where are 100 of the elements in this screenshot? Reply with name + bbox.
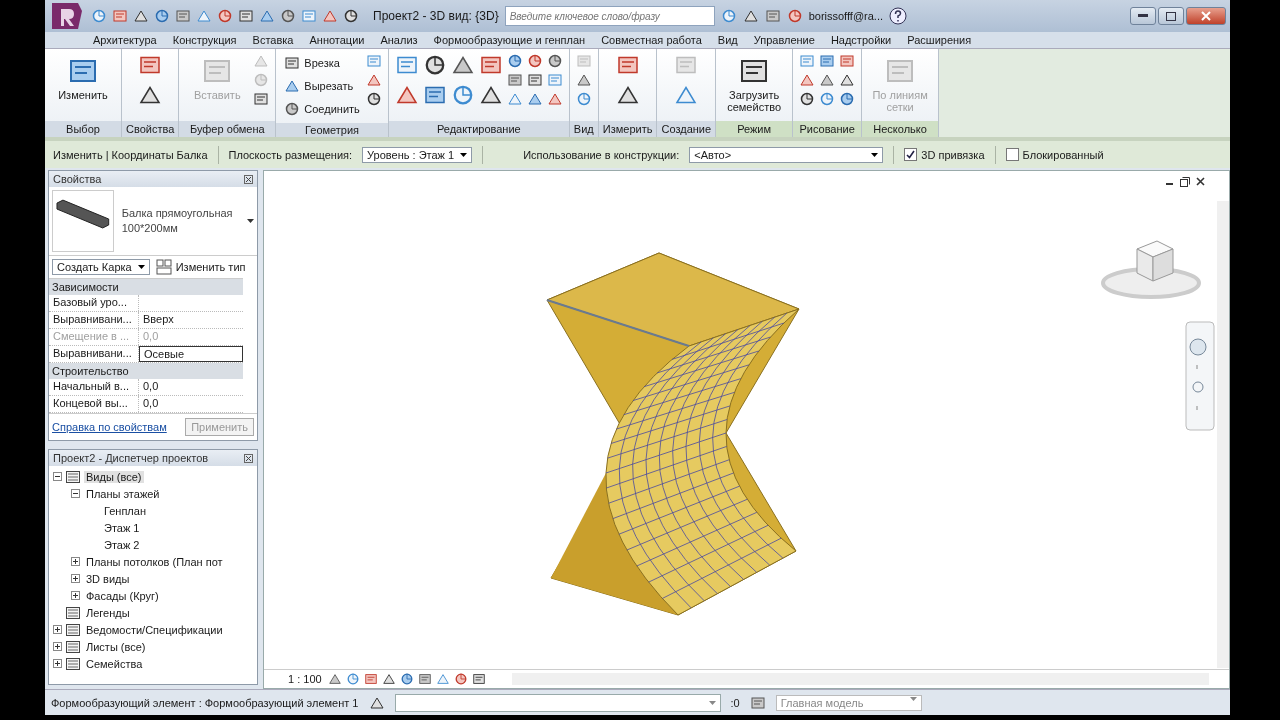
expand-icon[interactable] xyxy=(71,591,80,600)
collapse-icon[interactable] xyxy=(71,489,80,498)
help-icon[interactable] xyxy=(889,7,907,25)
app-logo[interactable] xyxy=(49,0,85,32)
tool-icon[interactable] xyxy=(526,53,543,69)
tool-icon[interactable] xyxy=(839,72,856,88)
placement-label: Плоскость размещения: xyxy=(228,148,353,161)
filter-dropdown[interactable]: Создать Карка xyxy=(52,259,150,275)
search-field[interactable]: Введите ключевое слово/фразу xyxy=(504,6,715,26)
panel-title: Проект2 - Диспетчер проектов xyxy=(53,452,209,464)
checkbox-label: 3D привязка xyxy=(921,148,985,161)
panel-label[interactable]: Рисование xyxy=(793,121,862,137)
maximize-button[interactable] xyxy=(1158,7,1184,25)
ribbon-tab[interactable]: Аннотации xyxy=(301,34,373,46)
expand-icon[interactable] xyxy=(71,557,80,566)
vertical-scrollbar[interactable] xyxy=(1217,201,1229,668)
property-value[interactable]: 0,0 xyxy=(139,379,243,395)
tool-icon[interactable] xyxy=(284,101,301,117)
ribbon-tab[interactable]: Анализ xyxy=(372,34,426,46)
close-icon[interactable] xyxy=(244,453,253,463)
ribbon-tab[interactable]: Конструкция xyxy=(164,34,245,46)
ribbon-tab[interactable]: Вставка xyxy=(244,34,302,46)
checkbox[interactable] xyxy=(904,148,918,161)
usage-label: Использование в конструкции: xyxy=(523,148,680,161)
checkbox[interactable] xyxy=(1005,148,1019,161)
window-title: Проект2 - 3D вид: {3D} xyxy=(373,9,499,23)
tree-item[interactable]: Генплан xyxy=(102,504,148,517)
ribbon-tab[interactable]: Совместная работа xyxy=(593,34,710,46)
ribbon-button[interactable]: Вырезать xyxy=(282,76,362,96)
value-field[interactable]: Осевые xyxy=(139,346,243,362)
panel-label[interactable]: Редактирование xyxy=(388,121,569,137)
usage-dropdown[interactable]: <Авто> xyxy=(689,146,884,163)
tree-item[interactable]: Планы этажей xyxy=(84,487,162,500)
close-icon[interactable] xyxy=(1196,177,1205,186)
tree-item[interactable]: Этаж 2 xyxy=(102,538,142,551)
panel-label[interactable]: Выбор xyxy=(45,121,121,137)
checkbox-label: Блокированный xyxy=(1022,148,1104,161)
tree-item[interactable]: Фасады (Круг) xyxy=(84,589,161,602)
expand-icon[interactable] xyxy=(71,574,80,583)
tool-icon[interactable] xyxy=(133,8,149,24)
tree-item[interactable]: Листы (все) xyxy=(84,640,148,653)
property-value[interactable]: Вверх xyxy=(139,312,243,328)
caret-icon[interactable] xyxy=(871,152,879,157)
model-drawing[interactable] xyxy=(546,252,800,616)
tree-item[interactable]: Семейства xyxy=(84,657,145,670)
caret-icon[interactable] xyxy=(460,152,468,157)
tree-item[interactable]: Легенды xyxy=(84,606,132,619)
ribbon-tab[interactable]: Формообразующие и генплан xyxy=(425,34,594,46)
status-text: Формообразующий элемент : Формообразующий элемент 1 xyxy=(51,696,359,709)
tool-icon[interactable] xyxy=(506,53,523,69)
ribbon-tab[interactable]: Вид xyxy=(709,34,746,46)
tool-icon[interactable] xyxy=(546,53,563,69)
panel-label[interactable]: Свойства xyxy=(122,121,179,137)
caret-icon[interactable] xyxy=(137,265,145,269)
tool-icon[interactable] xyxy=(471,672,486,686)
tree-item[interactable]: 3D виды xyxy=(84,572,132,585)
restore-icon[interactable] xyxy=(1180,177,1190,187)
tool-icon[interactable] xyxy=(343,8,359,24)
edit-type-button[interactable]: Изменить тип xyxy=(155,259,246,275)
panel-label[interactable]: Режим xyxy=(716,121,793,137)
ribbon-tab[interactable]: Управление xyxy=(745,34,823,46)
close-icon[interactable] xyxy=(244,174,253,184)
context-label: Изменить | Координаты Балка xyxy=(53,148,208,161)
panel-label[interactable]: Вид xyxy=(569,121,598,137)
close-button[interactable] xyxy=(1186,7,1226,25)
panel-label[interactable]: Создание xyxy=(657,121,716,137)
model-dropdown[interactable]: Главная модель xyxy=(775,694,922,711)
minimize-button[interactable] xyxy=(1130,7,1156,25)
ribbon-button[interactable]: Соединить xyxy=(282,99,362,119)
tool-icon[interactable] xyxy=(381,672,396,686)
expand-icon[interactable] xyxy=(53,659,62,668)
caret-icon[interactable] xyxy=(247,219,254,223)
user-name[interactable]: borissofff@ra... xyxy=(808,10,883,22)
edit-type-icon xyxy=(155,259,172,275)
collapse-icon[interactable] xyxy=(53,472,62,481)
tool-icon[interactable] xyxy=(742,8,759,24)
tree-item[interactable]: Ведомости/Спецификации xyxy=(84,623,225,636)
tool-icon[interactable] xyxy=(453,672,468,686)
property-value[interactable]: 0,0 xyxy=(139,396,243,412)
expand-icon[interactable] xyxy=(53,642,62,651)
tree-item[interactable]: Этаж 1 xyxy=(102,521,142,534)
panel-label[interactable]: Буфер обмена xyxy=(179,121,276,137)
help-link[interactable]: Справка по свойствам xyxy=(52,421,167,433)
panel-label[interactable]: Измерить xyxy=(598,121,657,137)
ribbon-tab[interactable]: Надстройки xyxy=(822,34,900,46)
tool-icon[interactable] xyxy=(575,72,592,88)
type-name[interactable]: Балка прямоугольная 100*200мм xyxy=(121,206,239,236)
tree-item[interactable]: Виды (все) xyxy=(84,470,144,483)
tool-icon[interactable] xyxy=(365,91,382,107)
ribbon-tab[interactable]: Архитектура xyxy=(85,34,165,46)
tree-item[interactable]: Планы потолков (План пот xyxy=(84,555,225,568)
panel-label[interactable]: Геометрия xyxy=(276,123,388,137)
panel-label[interactable]: Несколько xyxy=(862,121,939,137)
placement-dropdown[interactable]: Уровень : Этаж 1 xyxy=(362,146,473,163)
tool-icon[interactable] xyxy=(819,72,836,88)
expand-icon[interactable] xyxy=(53,625,62,634)
ribbon-button[interactable]: Врезка xyxy=(282,53,362,73)
tool-icon[interactable] xyxy=(799,91,816,107)
ribbon-tab[interactable]: Расширения xyxy=(899,34,980,46)
scale-label[interactable]: 1 : 100 xyxy=(288,673,322,685)
